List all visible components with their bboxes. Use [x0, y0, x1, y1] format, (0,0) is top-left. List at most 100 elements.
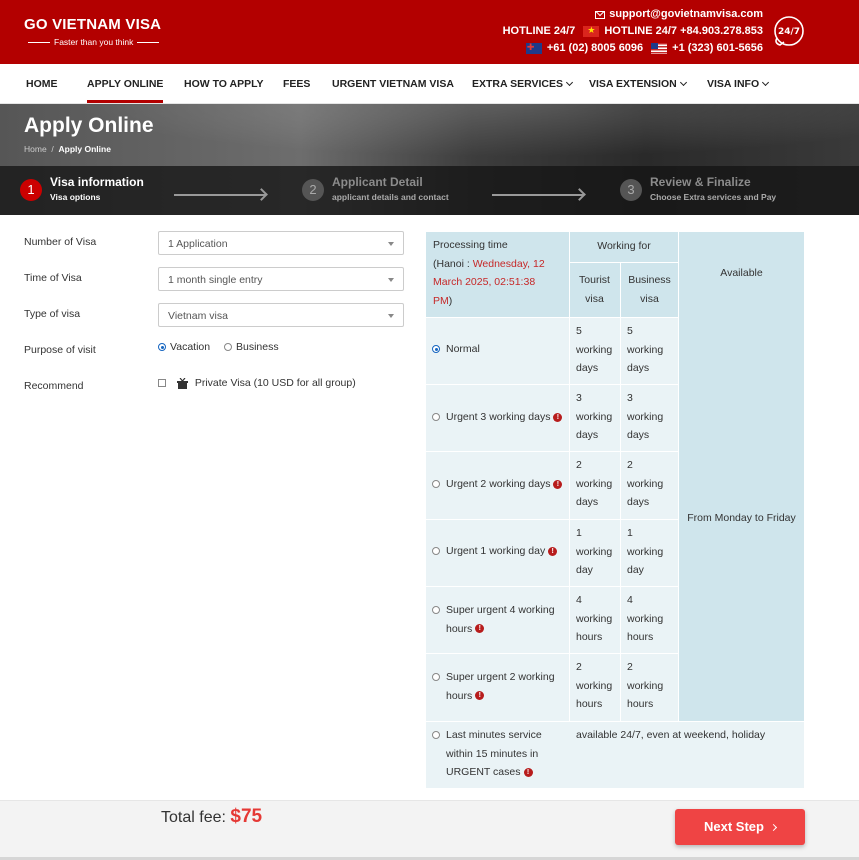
step-subtitle: applicant details and contact: [332, 192, 449, 202]
radio-checked-icon: [158, 343, 166, 352]
total-fee-amount: $75: [230, 806, 263, 827]
phones-row: +61 (02) 8005 6096 +1 (323) 601-5656: [503, 40, 763, 57]
svg-text:24/7: 24/7: [778, 27, 800, 37]
business-visa-header: Business visa: [628, 274, 671, 305]
nav-visa-extension[interactable]: VISA EXTENSION: [589, 78, 687, 90]
working-for-header: Working for: [597, 240, 651, 252]
info-alert-icon[interactable]: !: [548, 546, 558, 556]
business-duration: 2 working days: [627, 459, 664, 508]
site-logo[interactable]: GO VIETNAM VISA Faster than you think: [24, 16, 163, 47]
tourist-duration: 2 working hours: [576, 661, 613, 710]
logo-tagline: Faster than you think: [24, 37, 163, 47]
option-urgent-3-days[interactable]: Urgent 3 working days!: [432, 408, 563, 427]
step-number: 1: [20, 179, 42, 201]
tourist-duration: 5 working days: [576, 325, 613, 374]
nav-fees[interactable]: FEES: [283, 78, 310, 90]
number-of-visa-select[interactable]: 1 Application: [158, 231, 404, 255]
step-subtitle: Choose Extra services and Pay: [650, 192, 777, 202]
number-of-visa-label: Number of Visa: [24, 236, 97, 248]
info-alert-icon[interactable]: !: [553, 412, 563, 422]
option-super-urgent-4-hours[interactable]: Super urgent 4 working hours!: [432, 601, 555, 638]
nav-visa-info[interactable]: VISA INFO: [707, 78, 770, 90]
time-of-visa-select[interactable]: 1 month single entry: [158, 267, 404, 291]
info-alert-icon[interactable]: !: [475, 691, 485, 701]
support-24-7-icon: 24/7: [774, 16, 804, 46]
option-urgent-1-day[interactable]: Urgent 1 working day!: [432, 542, 558, 561]
step-title: Review & Finalize: [650, 175, 751, 189]
next-step-button[interactable]: Next Step: [675, 809, 805, 845]
new-zealand-flag-icon: [525, 43, 542, 54]
recommend-label: Recommend: [24, 380, 84, 392]
gift-icon: [176, 377, 188, 389]
info-alert-icon[interactable]: !: [553, 479, 563, 489]
processing-time-header: Processing time (Hanoi : Wednesday, 12 M…: [433, 239, 545, 307]
purpose-vacation-radio[interactable]: Vacation: [158, 341, 210, 353]
radio-unchecked-icon: [432, 547, 440, 555]
page-title: Apply Online: [24, 114, 154, 137]
purpose-of-visit-label: Purpose of visit: [24, 344, 96, 356]
nav-home[interactable]: HOME: [26, 78, 58, 90]
step-arrow-icon: [174, 194, 266, 196]
type-of-visa-select[interactable]: Vietnam visa: [158, 303, 404, 327]
option-last-minutes-service[interactable]: Last minutes service within 15 minutes i…: [432, 726, 542, 782]
email-link[interactable]: support@govietnamvisa.com: [609, 6, 763, 23]
business-duration: 3 working days: [627, 392, 664, 441]
private-visa-checkbox[interactable]: Private Visa (10 USD for all group): [158, 377, 356, 389]
radio-unchecked-icon: [432, 673, 440, 681]
step-number: 2: [302, 179, 324, 201]
us-flag-icon: [651, 43, 668, 54]
mail-icon: [595, 10, 606, 19]
option-super-urgent-2-hours[interactable]: Super urgent 2 working hours!: [432, 668, 555, 705]
available-value: From Monday to Friday: [687, 512, 796, 524]
tourist-duration: 2 working days: [576, 459, 613, 508]
hotline-label: HOTLINE 24/7: [502, 25, 576, 37]
radio-unchecked-icon: [432, 413, 440, 421]
tourist-duration: 3 working days: [576, 392, 613, 441]
step-number: 3: [620, 179, 642, 201]
logo-title: GO VIETNAM VISA: [24, 16, 162, 33]
radio-unchecked-icon: [224, 343, 232, 352]
option-urgent-2-days[interactable]: Urgent 2 working days!: [432, 475, 563, 494]
radio-unchecked-icon: [432, 606, 440, 614]
hotline-row: HOTLINE 24/7 HOTLINE 24/7 +84.903.278.85…: [503, 23, 763, 40]
option-normal[interactable]: Normal: [432, 340, 480, 359]
hotline-vn[interactable]: HOTLINE 24/7 +84.903.278.853: [604, 23, 763, 40]
nav-extra-services[interactable]: EXTRA SERVICES: [472, 78, 574, 90]
nav-how-to-apply[interactable]: HOW TO APPLY: [184, 78, 264, 90]
phone-nz[interactable]: +61 (02) 8005 6096: [547, 40, 643, 57]
vietnam-flag-icon: [583, 26, 600, 37]
processing-time-table: Processing time (Hanoi : Wednesday, 12 M…: [426, 232, 804, 788]
email-row[interactable]: support@govietnamvisa.com: [503, 6, 763, 23]
total-fee-label: Total fee:: [161, 809, 226, 826]
info-alert-icon[interactable]: !: [475, 624, 485, 634]
hero-banner: Apply Online Home / Apply Online 1 Visa …: [0, 104, 859, 215]
top-bar: GO VIETNAM VISA Faster than you think su…: [0, 0, 859, 64]
chevron-right-icon: [769, 823, 778, 832]
breadcrumb-home[interactable]: Home: [24, 144, 47, 154]
contact-info: support@govietnamvisa.com HOTLINE 24/7 H…: [503, 6, 763, 57]
tourist-duration: 1 working day: [576, 527, 613, 576]
type-of-visa-label: Type of visa: [24, 308, 81, 320]
business-duration: 1 working day: [627, 527, 664, 576]
phone-us[interactable]: +1 (323) 601-5656: [672, 40, 763, 57]
info-alert-icon[interactable]: !: [523, 767, 533, 777]
tourist-duration: 4 working hours: [576, 594, 613, 643]
breadcrumb: Home / Apply Online: [24, 144, 111, 154]
step-title: Applicant Detail: [332, 175, 423, 189]
chevron-down-icon: [679, 78, 687, 87]
time-of-visa-label: Time of Visa: [24, 272, 82, 284]
current-hanoi-time: Wednesday, 12: [472, 257, 545, 270]
purpose-business-radio[interactable]: Business: [224, 341, 279, 353]
radio-checked-icon: [432, 345, 440, 353]
chevron-down-icon: [565, 78, 574, 87]
step-title: Visa information: [50, 175, 144, 189]
main-nav: HOME APPLY ONLINE HOW TO APPLY FEES URGE…: [0, 64, 859, 104]
nav-urgent-vietnam-visa[interactable]: URGENT VIETNAM VISA: [332, 78, 454, 90]
total-fee: Total fee: $75: [161, 806, 262, 828]
available-header: Available: [720, 267, 763, 279]
radio-unchecked-icon: [432, 731, 440, 739]
step-arrow-icon: [492, 194, 584, 196]
nav-apply-online[interactable]: APPLY ONLINE: [87, 78, 164, 103]
step-subtitle: Visa options: [50, 192, 101, 202]
checkbox-icon: [158, 379, 166, 388]
